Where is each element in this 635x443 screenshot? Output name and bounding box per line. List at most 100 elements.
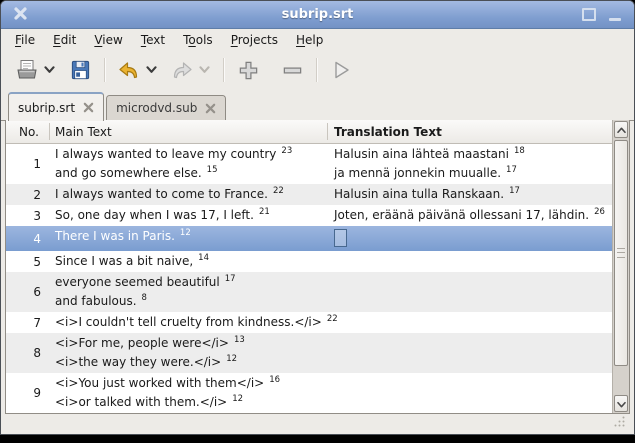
column-header-main-text[interactable]: Main Text <box>50 120 328 143</box>
window-maximize-button[interactable] <box>576 1 602 28</box>
main-text-cell[interactable]: There I was in Paris.12 <box>50 226 328 251</box>
translation-text-cell[interactable] <box>328 272 612 312</box>
titlebar[interactable]: subrip.srt <box>1 1 634 29</box>
tab-close-button[interactable] <box>205 103 216 114</box>
resize-grip-icon[interactable] <box>613 415 626 431</box>
char-count: 18 <box>514 146 525 156</box>
column-header-no[interactable]: No. <box>6 120 50 143</box>
tab-close-button[interactable] <box>83 102 94 113</box>
menu-tools[interactable]: Tools <box>174 31 222 49</box>
table-row[interactable]: 7<i>I couldn't tell cruelty from kindnes… <box>6 312 612 333</box>
toolbar <box>1 51 634 89</box>
preview-button[interactable] <box>327 56 355 84</box>
subtitle-line: <i>or talked with them.</i>12 <box>55 393 328 412</box>
column-header-translation-text[interactable]: Translation Text <box>328 120 612 143</box>
char-count: 26 <box>594 207 605 217</box>
subtitle-line: Halusin aina tulla Ranskaan.17 <box>334 185 612 204</box>
scroll-down-button[interactable] <box>614 395 628 412</box>
undo-dropdown[interactable] <box>143 56 160 84</box>
main-text-cell[interactable]: everyone seemed beautiful17and fabulous.… <box>50 272 328 312</box>
translation-text-cell[interactable]: Halusin aina tulla Ranskaan.17 <box>328 184 612 205</box>
subtitle-line: Since I was a bit naive,14 <box>55 252 328 271</box>
table-row[interactable]: 6everyone seemed beautiful17and fabulous… <box>6 272 612 312</box>
main-text-cell[interactable]: I always wanted to come to France.22 <box>50 184 328 205</box>
menu-edit[interactable]: Edit <box>44 31 85 49</box>
char-count: 12 <box>232 394 243 404</box>
row-number: 8 <box>6 333 50 373</box>
scroll-up-icon <box>617 123 626 137</box>
translation-text-cell[interactable] <box>328 333 612 373</box>
translation-text-cell[interactable] <box>328 251 612 272</box>
main-text-cell[interactable]: I always wanted to leave my country23and… <box>50 144 328 184</box>
table-row[interactable]: 5 Since I was a bit naive,14 <box>6 251 612 272</box>
subtitle-line: I always wanted to come to France.22 <box>55 185 328 204</box>
row-number: 6 <box>6 272 50 312</box>
application-window: subrip.srt FileEditViewTextToolsProjects… <box>0 0 635 435</box>
table-row[interactable]: 2 I always wanted to come to France.22 Hal… <box>6 184 612 205</box>
save-button[interactable] <box>66 56 94 84</box>
subtitle-line: <i>For me, people were</i>13 <box>55 334 328 353</box>
table-row[interactable]: 3So, one day when I was 17, I left.21Jot… <box>6 205 612 226</box>
remove-subtitle-button[interactable] <box>278 56 306 84</box>
table-row[interactable]: 1I always wanted to leave my country23an… <box>6 144 612 184</box>
main-text-cell[interactable]: <i>I couldn't tell cruelty from kindness… <box>50 312 328 333</box>
subtitle-line: and fabulous.8 <box>55 292 328 311</box>
char-count: 23 <box>281 146 292 156</box>
window-title: subrip.srt <box>1 7 634 22</box>
translation-text-cell[interactable]: Halusin aina lähteä maastani18ja mennä j… <box>328 144 612 184</box>
translation-text-cell[interactable] <box>328 226 612 251</box>
undo-button[interactable] <box>115 56 143 84</box>
row-number: 2 <box>6 184 50 205</box>
subtitle-line: I always wanted to leave my country23 <box>55 145 328 164</box>
scrollbar-grip <box>617 248 625 258</box>
char-count: 17 <box>225 274 236 284</box>
toolbar-separator <box>104 58 105 82</box>
chevron-down-icon <box>44 63 55 77</box>
row-number: 9 <box>6 373 50 413</box>
table-row[interactable]: 9<i>You just worked with them</i>16<i>or… <box>6 373 612 413</box>
char-count: 15 <box>207 165 218 175</box>
translation-text-cell[interactable]: Joten, eräänä päivänä ollessani 17, lähd… <box>328 205 612 226</box>
redo-dropdown[interactable] <box>196 56 213 84</box>
tabbar: subrip.srt microdvd.sub <box>1 89 634 121</box>
subtitle-line: There I was in Paris.12 <box>55 227 328 246</box>
scrollbar-thumb[interactable] <box>614 140 628 366</box>
subtitle-line: Halusin aina lähteä maastani18 <box>334 145 612 164</box>
subtitle-line: So, one day when I was 17, I left.21 <box>55 206 328 225</box>
menubar: FileEditViewTextToolsProjectsHelp <box>1 29 634 51</box>
open-file-icon <box>15 58 39 82</box>
window-minimize-button[interactable] <box>602 1 628 28</box>
main-text-cell[interactable]: So, one day when I was 17, I left.21 <box>50 205 328 226</box>
open-file-dropdown[interactable] <box>41 56 58 84</box>
main-text-cell[interactable]: Since I was a bit naive,14 <box>50 251 328 272</box>
menu-view[interactable]: View <box>85 31 131 49</box>
menu-file[interactable]: File <box>6 31 44 49</box>
main-text-cell[interactable]: <i>For me, people were</i>13<i>the way t… <box>50 333 328 373</box>
subtitle-line: and go somewhere else.15 <box>55 164 328 183</box>
menu-text[interactable]: Text <box>132 31 174 49</box>
row-number: 5 <box>6 251 50 272</box>
redo-button[interactable] <box>168 56 196 84</box>
desktop: { "window": { "title": "subrip.srt", "bu… <box>0 0 635 443</box>
table-row[interactable]: 8<i>For me, people were</i>13<i>the way … <box>6 333 612 373</box>
subtitle-line: <i>I couldn't tell cruelty from kindness… <box>55 313 328 332</box>
menu-projects[interactable]: Projects <box>222 31 287 49</box>
main-text-cell[interactable]: <i>You just worked with them</i>16<i>or … <box>50 373 328 413</box>
plus-icon <box>237 59 260 82</box>
table-row[interactable]: 4There I was in Paris.12 <box>6 226 612 251</box>
insert-subtitle-button[interactable] <box>234 56 262 84</box>
tab-label: microdvd.sub <box>116 101 197 115</box>
row-number: 1 <box>6 144 50 184</box>
translation-text-cell[interactable] <box>328 373 612 413</box>
char-count: 21 <box>259 207 270 217</box>
minus-icon <box>281 59 304 82</box>
translation-text-cell[interactable] <box>328 312 612 333</box>
char-count: 13 <box>234 335 245 345</box>
redo-icon <box>170 58 194 82</box>
tab-subrip[interactable]: subrip.srt <box>8 92 104 121</box>
scroll-up-button[interactable] <box>614 121 628 138</box>
menu-help[interactable]: Help <box>287 31 332 49</box>
vertical-scrollbar[interactable] <box>612 120 629 413</box>
tab-microdvd[interactable]: microdvd.sub <box>106 95 226 120</box>
open-file-button[interactable] <box>13 56 41 84</box>
